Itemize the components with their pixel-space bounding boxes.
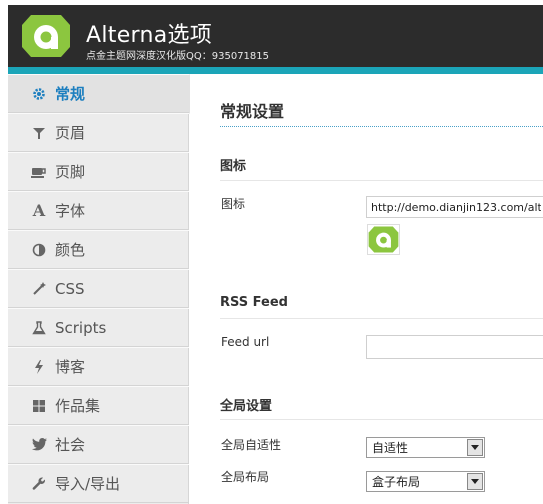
sidebar-item-portfolio[interactable]: 作品集 (8, 386, 189, 425)
sidebar-item-label: 博客 (55, 358, 86, 376)
font-icon: A (32, 201, 46, 220)
header-accent-bar (8, 67, 543, 74)
contrast-icon (30, 241, 48, 259)
sidebar-item-label: CSS (55, 279, 85, 298)
alterna-logo (21, 13, 71, 59)
feed-url-input[interactable] (366, 335, 543, 359)
sidebar-item-general[interactable]: 常规 (8, 74, 205, 113)
icon-field-label: 图标 (221, 197, 246, 211)
sidebar-item-label: 页脚 (55, 163, 86, 181)
settings-panel: 常规设置 图标 图标 RSS Feed Feed url 全局设置 全局自适性 … (190, 74, 543, 504)
app-subtitle: 点金主题网深度汉化版QQ：935071815 (86, 51, 270, 62)
flask-icon (30, 319, 48, 337)
sidebar-item-blog[interactable]: 博客 (8, 347, 189, 386)
magic-wand-icon (30, 280, 48, 298)
group-heading-rss: RSS Feed (220, 295, 288, 310)
sidebar-item-header[interactable]: 页眉 (8, 113, 189, 152)
feed-url-label: Feed url (221, 335, 270, 349)
responsive-label: 全局自适性 (221, 438, 282, 452)
sidebar-item-label: 作品集 (55, 397, 101, 415)
icon-url-input[interactable] (366, 196, 543, 218)
page-title: 常规设置 (220, 102, 285, 121)
responsive-select[interactable]: 自适性 (366, 437, 485, 458)
responsive-select-value: 自适性 (372, 441, 409, 455)
sidebar: 常规 页眉 页脚 A 字体 颜色 CSS Scripts 博客 作品集 社会 导… (8, 74, 205, 504)
sidebar-item-import-export[interactable]: 导入/导出 (8, 464, 189, 503)
grid-icon (30, 397, 48, 415)
group-divider (220, 180, 543, 181)
icon-preview (367, 224, 400, 255)
sidebar-item-scripts[interactable]: Scripts (8, 308, 189, 347)
layout-select-value: 盒子布局 (372, 475, 421, 489)
sidebar-item-label: 常规 (55, 85, 86, 103)
sidebar-item-colors[interactable]: 颜色 (8, 230, 189, 269)
group-divider (220, 419, 543, 420)
sidebar-item-label: 页眉 (55, 124, 86, 142)
layout-select[interactable]: 盒子布局 (366, 471, 485, 492)
sidebar-item-label: 颜色 (55, 241, 86, 259)
chevron-down-icon (467, 473, 483, 490)
app-header: Alterna选项 点金主题网深度汉化版QQ：935071815 (8, 5, 543, 67)
filter-icon (30, 124, 48, 142)
sidebar-item-label: 社会 (55, 436, 86, 454)
group-divider (220, 318, 543, 319)
gear-icon (30, 85, 48, 103)
sidebar-item-label: 导入/导出 (55, 475, 121, 493)
wrench-icon (30, 475, 48, 493)
title-divider (220, 126, 543, 127)
chevron-down-icon (467, 439, 483, 456)
app-title: Alterna选项 (86, 23, 213, 48)
sidebar-item-label: 字体 (55, 202, 86, 220)
group-heading-global: 全局设置 (220, 399, 273, 414)
sidebar-item-label: Scripts (55, 318, 107, 337)
sidebar-item-fonts[interactable]: A 字体 (8, 191, 189, 230)
sidebar-item-css[interactable]: CSS (8, 269, 189, 308)
sidebar-item-social[interactable]: 社会 (8, 425, 189, 464)
sidebar-item-footer[interactable]: 页脚 (8, 152, 189, 191)
coffee-cup-icon (30, 163, 48, 181)
twitter-icon (30, 436, 48, 454)
layout-label: 全局布局 (221, 470, 270, 484)
bolt-icon (30, 358, 48, 376)
group-heading-icon: 图标 (220, 159, 247, 174)
